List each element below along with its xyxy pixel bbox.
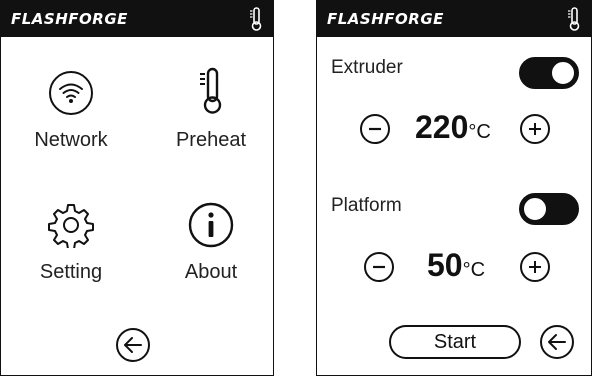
- start-button[interactable]: Start: [389, 325, 521, 359]
- toggle-knob: [551, 61, 575, 85]
- top-bar: FLASHFORGE: [1, 1, 273, 37]
- platform-toggle[interactable]: [519, 193, 579, 225]
- platform-temp-unit: °C: [462, 259, 486, 281]
- toggle-knob: [523, 197, 547, 221]
- extruder-temp: 220°C: [415, 109, 491, 146]
- platform-label: Platform: [331, 195, 402, 216]
- brand-logo: FLASHFORGE: [11, 10, 128, 28]
- thermometer-icon: [197, 66, 225, 121]
- gear-icon: [48, 202, 94, 253]
- thermometer-icon: [249, 6, 263, 37]
- plus-icon[interactable]: [519, 251, 551, 288]
- minus-icon[interactable]: [363, 251, 395, 288]
- platform-temp: 50°C: [427, 247, 485, 284]
- back-arrow-icon[interactable]: [539, 324, 575, 365]
- extruder-temp-value: 220: [415, 109, 469, 145]
- minus-icon[interactable]: [359, 113, 391, 150]
- about-tile[interactable]: About: [156, 197, 266, 284]
- setting-label: Setting: [39, 261, 103, 283]
- wifi-icon: [48, 70, 94, 121]
- preheat-tile[interactable]: Preheat: [156, 65, 266, 152]
- main-menu-screen: FLASHFORGE Network Preheat Setting About: [0, 0, 274, 376]
- info-icon: [188, 202, 234, 253]
- preheat-label: Preheat: [175, 129, 247, 151]
- thermometer-icon: [567, 6, 581, 37]
- extruder-temp-unit: °C: [468, 121, 491, 143]
- brand-logo: FLASHFORGE: [327, 10, 444, 28]
- back-arrow-icon[interactable]: [115, 327, 151, 368]
- network-tile[interactable]: Network: [16, 65, 126, 152]
- plus-icon[interactable]: [519, 113, 551, 150]
- network-label: Network: [34, 129, 108, 151]
- extruder-label: Extruder: [331, 57, 403, 78]
- extruder-toggle[interactable]: [519, 57, 579, 89]
- preheat-screen: FLASHFORGE Extruder 220°C Platform 50°C: [316, 0, 592, 376]
- platform-temp-value: 50: [427, 247, 463, 283]
- about-label: About: [184, 261, 238, 283]
- setting-tile[interactable]: Setting: [16, 197, 126, 284]
- top-bar: FLASHFORGE: [317, 1, 591, 37]
